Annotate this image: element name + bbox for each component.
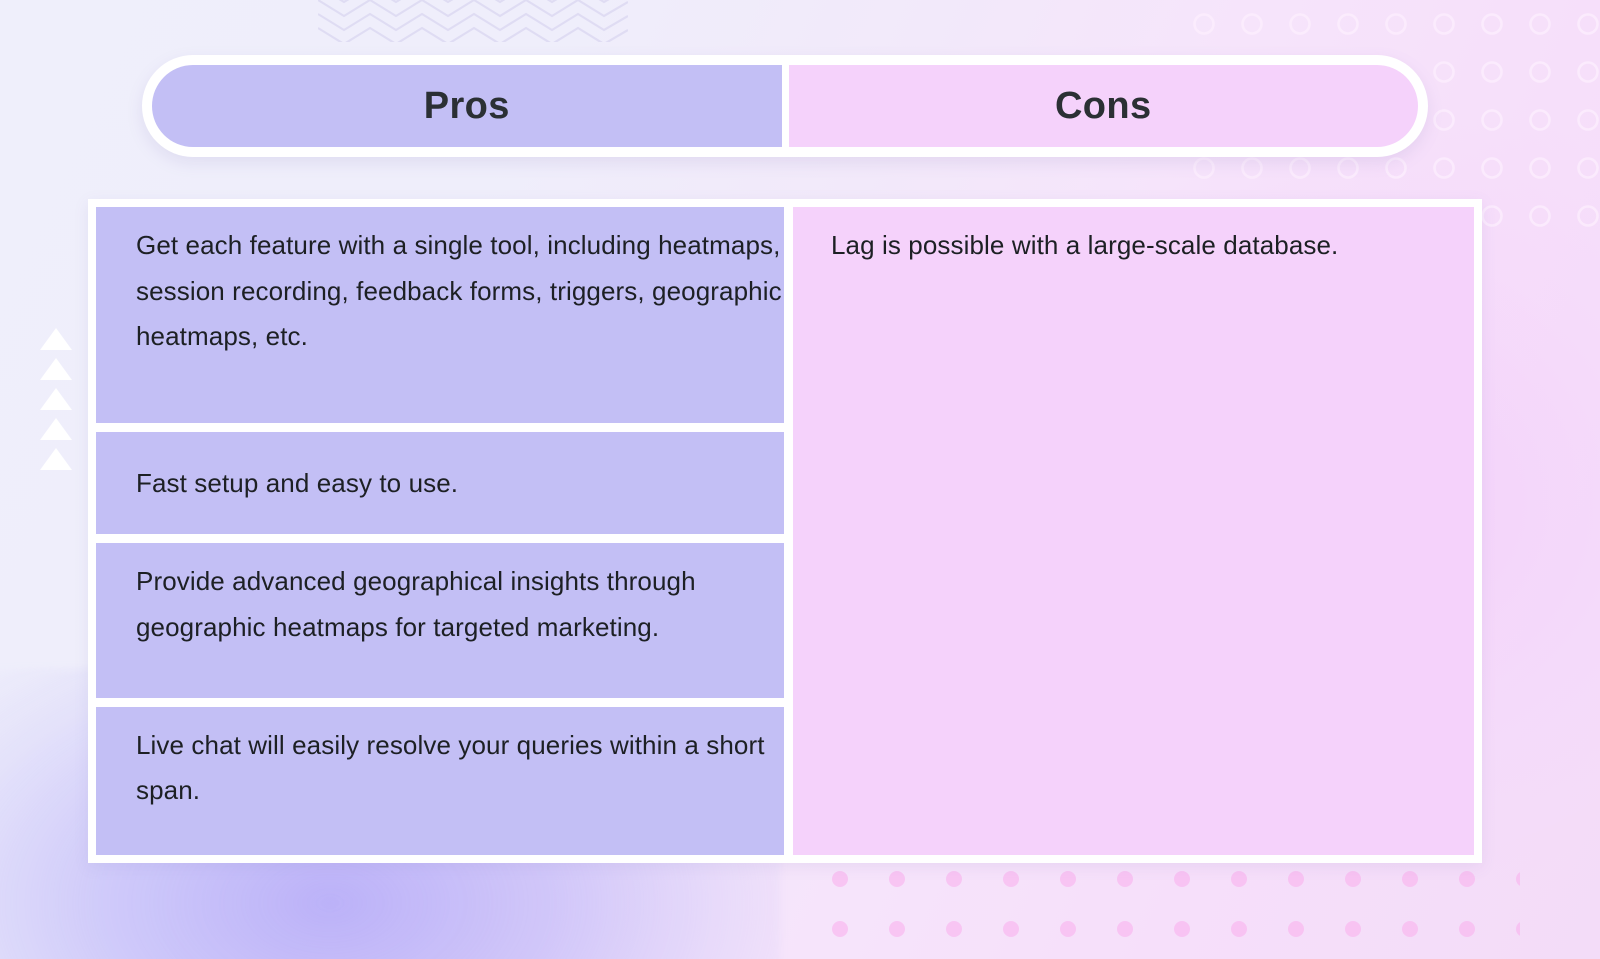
triangle-bullet-strip xyxy=(40,328,78,470)
table-header: Pros Cons xyxy=(142,55,1428,157)
comparison-table-page: Pros Cons Get each feature with a single… xyxy=(0,0,1600,959)
table-body: Get each feature with a single tool, inc… xyxy=(88,199,1482,863)
pros-item: Provide advanced geographical insights t… xyxy=(96,543,784,698)
pros-item: Get each feature with a single tool, inc… xyxy=(96,207,784,424)
triangle-icon xyxy=(40,418,72,440)
cons-column: Lag is possible with a large-scale datab… xyxy=(793,207,1474,855)
pros-item: Fast setup and easy to use. xyxy=(96,432,784,535)
triangle-icon xyxy=(40,358,72,380)
cons-item: Lag is possible with a large-scale datab… xyxy=(793,207,1474,855)
pros-column: Get each feature with a single tool, inc… xyxy=(96,207,784,855)
pros-item: Live chat will easily resolve your queri… xyxy=(96,706,784,855)
triangle-icon xyxy=(40,388,72,410)
triangle-icon xyxy=(40,328,72,350)
zigzag-pattern-decoration xyxy=(318,0,628,42)
dot-grid-decoration xyxy=(820,854,1520,959)
triangle-icon xyxy=(40,448,72,470)
column-header-cons: Cons xyxy=(788,65,1418,147)
column-header-pros: Pros xyxy=(152,65,782,147)
